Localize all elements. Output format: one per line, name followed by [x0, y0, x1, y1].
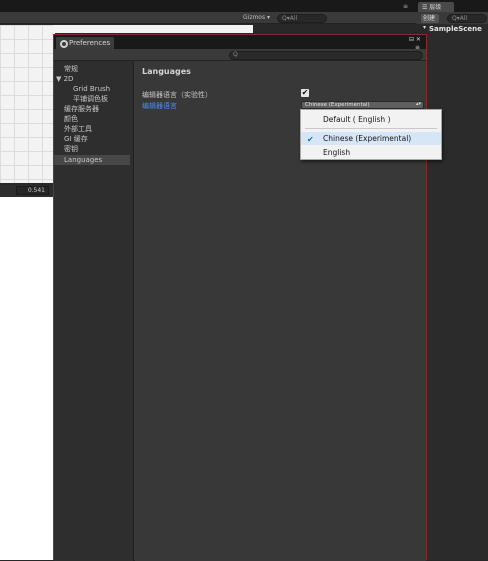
- create-button[interactable]: 创建 ▾: [421, 14, 439, 31]
- scene-search-input[interactable]: Q▾All: [277, 14, 327, 23]
- tab-preferences[interactable]: Preferences: [56, 37, 114, 49]
- menu-item-label: Chinese (Experimental): [323, 134, 412, 143]
- check-icon: ✔: [307, 135, 314, 144]
- hierarchy-scene-item[interactable]: SampleScene: [429, 25, 482, 33]
- hierarchy-panel: [427, 24, 488, 560]
- preferences-tab-label: Preferences: [69, 39, 111, 47]
- sidebar-item-general[interactable]: 常规: [54, 64, 130, 74]
- sidebar-item-keys[interactable]: 密钥: [54, 144, 130, 154]
- menu-separator: [305, 128, 437, 129]
- search-icon: Q: [233, 51, 238, 58]
- experimental-language-checkbox[interactable]: ✔: [301, 89, 309, 97]
- editor-language-select-value: Chinese (Experimental): [305, 102, 370, 108]
- sidebar-item-cache-server[interactable]: 缓存服务器: [54, 104, 130, 114]
- language-dropdown-menu: Default ( English ) ✔ Chinese (Experimen…: [300, 109, 442, 160]
- left-lower-panel: [0, 197, 53, 560]
- sidebar-item-grid-brush[interactable]: Grid Brush: [54, 84, 130, 94]
- editor-language-select[interactable]: Chinese (Experimental) ▴▾: [301, 101, 424, 109]
- scene-value-field[interactable]: 0.541: [16, 186, 49, 195]
- gear-icon: [60, 40, 68, 48]
- preferences-search-input[interactable]: Q: [229, 51, 423, 60]
- gizmos-dropdown[interactable]: Gizmos ▾: [243, 14, 270, 21]
- hierarchy-search-input[interactable]: Q▾All: [447, 14, 487, 23]
- sidebar-item-colors[interactable]: 颜色: [54, 114, 130, 124]
- scene-menu-icon[interactable]: ≡: [403, 3, 408, 10]
- experimental-language-label: 编辑器语言（实验性）: [142, 91, 212, 99]
- sidebar-item-languages[interactable]: Languages: [54, 155, 130, 165]
- sidebar-item-external-tools[interactable]: 外部工具: [54, 124, 130, 134]
- editor-top-bar: [0, 0, 488, 12]
- select-arrow-icon: ▴▾: [415, 101, 421, 107]
- scene-view-grid-strip: [53, 25, 253, 33]
- page-title: Languages: [142, 67, 191, 76]
- menu-item-chinese-experimental[interactable]: ✔ Chinese (Experimental): [301, 132, 441, 145]
- scene-view-grid[interactable]: [0, 25, 55, 183]
- sidebar-item-tile-palette[interactable]: 平铺调色板: [54, 94, 130, 104]
- sidebar-item-2d[interactable]: ▼ 2D: [54, 74, 130, 84]
- editor-language-label: 编辑器语言: [142, 102, 177, 110]
- menu-item-english[interactable]: English: [301, 146, 441, 159]
- menu-item-default-english[interactable]: Default ( English ): [301, 113, 441, 126]
- scene-toolbar: [0, 12, 416, 24]
- window-controls-icon[interactable]: ⊟ ✕: [409, 36, 421, 43]
- sidebar-item-gi-cache[interactable]: GI 缓存: [54, 134, 130, 144]
- preferences-sidebar: 常规 ▼ 2D Grid Brush 平铺调色板 缓存服务器 颜色 外部工具 G…: [54, 61, 134, 561]
